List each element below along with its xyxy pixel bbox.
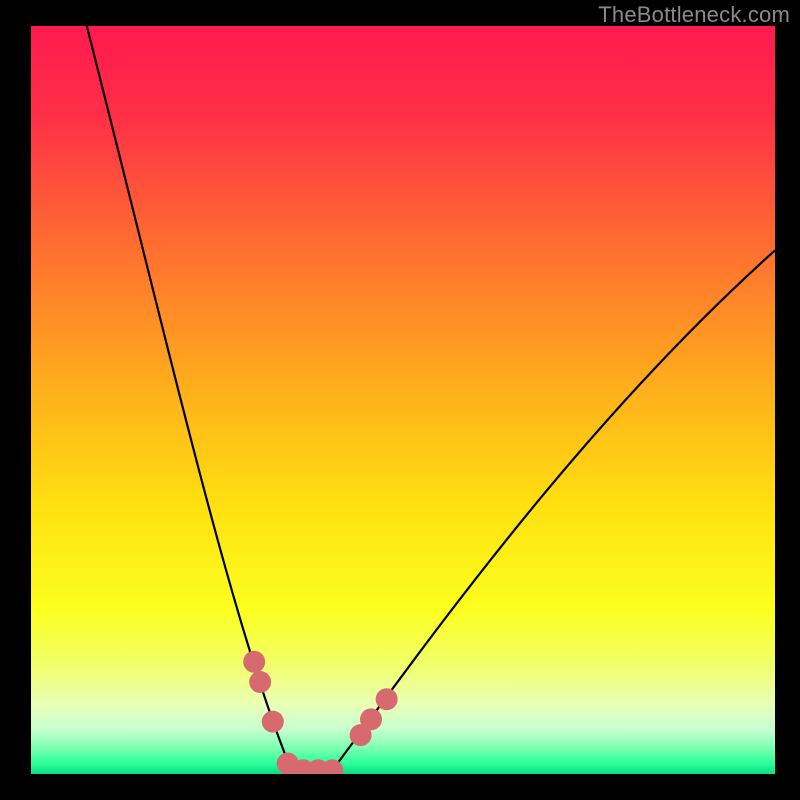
curve-marker — [262, 711, 284, 733]
curve-marker — [249, 671, 271, 693]
curve-marker — [376, 688, 398, 710]
watermark-text: TheBottleneck.com — [598, 2, 790, 28]
frame: TheBottleneck.com — [0, 0, 800, 800]
gradient-background — [31, 26, 775, 774]
chart-svg — [31, 26, 775, 774]
curve-marker — [360, 708, 382, 730]
curve-marker — [243, 651, 265, 673]
plot-area — [31, 26, 775, 774]
